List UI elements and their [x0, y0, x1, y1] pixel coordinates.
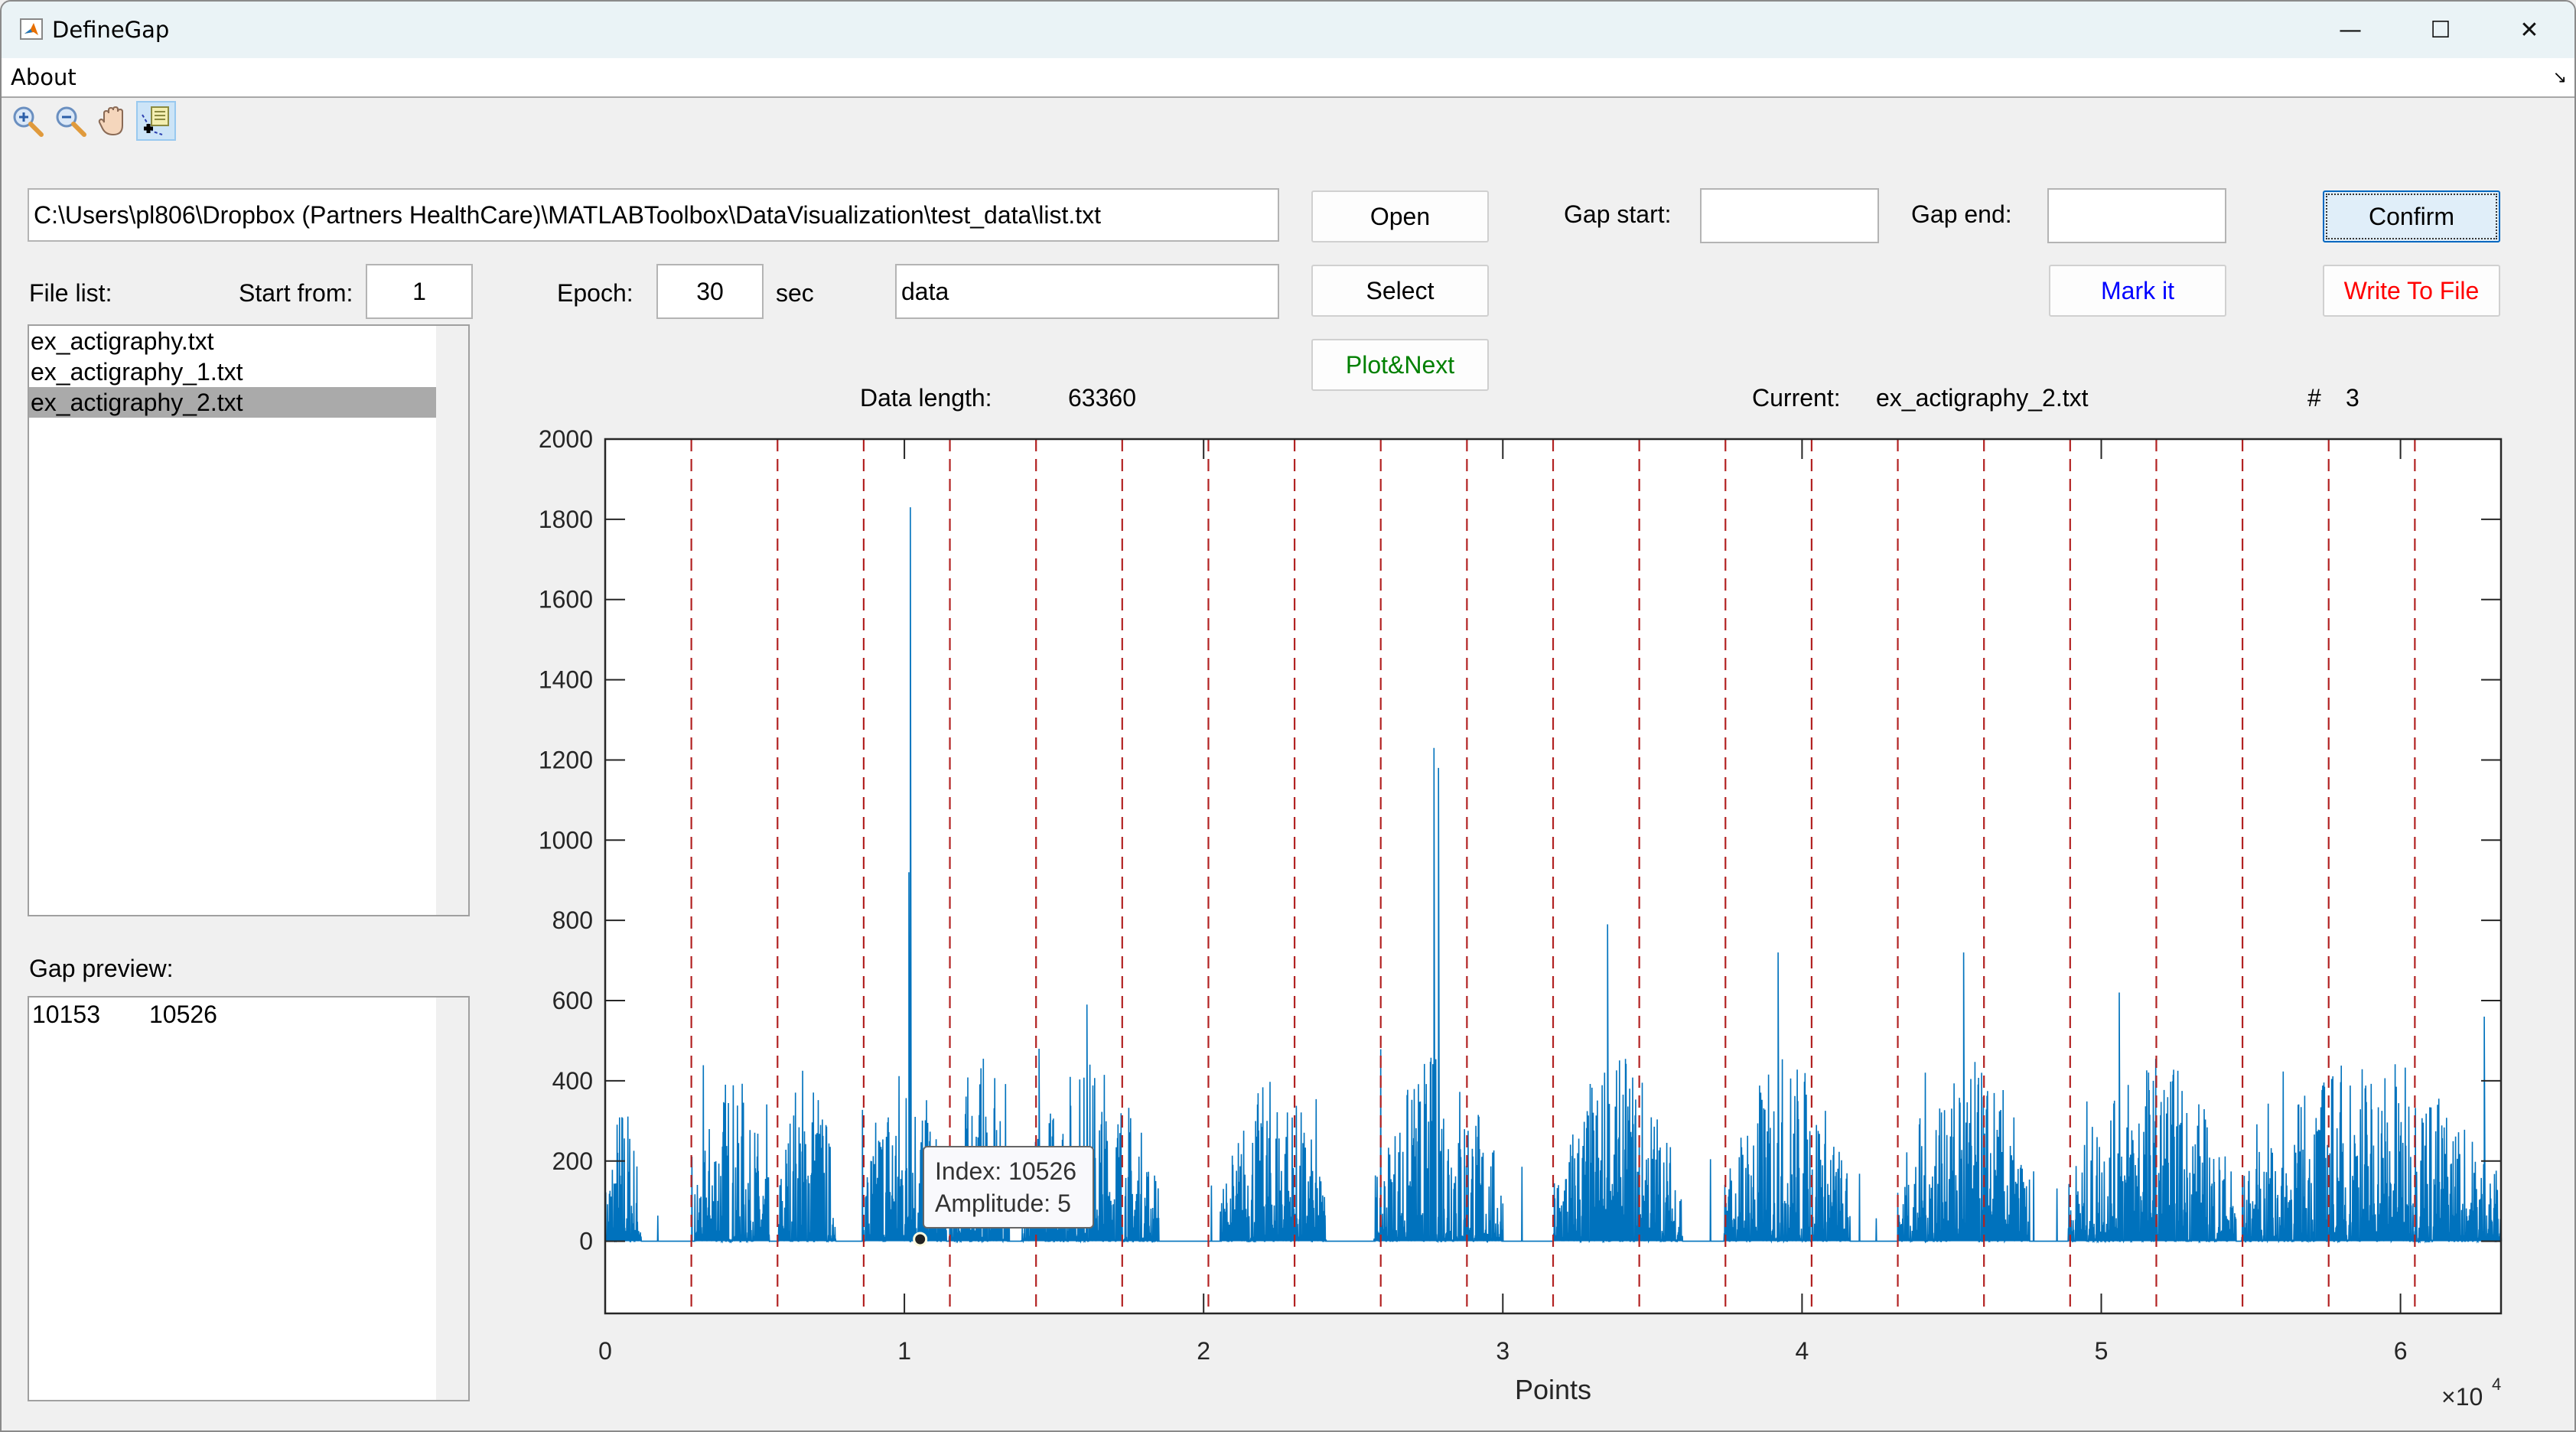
datatip-amplitude-value: 5 [1057, 1190, 1071, 1217]
y-tick-label: 1000 [539, 826, 593, 854]
y-tick-label: 1200 [539, 746, 593, 773]
app-window: DefineGap — ☐ ✕ About ↘ C:\Users\pl806\D… [0, 0, 2576, 1432]
datatip-amplitude-label: Amplitude: [935, 1190, 1051, 1217]
y-tick-label: 1400 [539, 666, 593, 694]
y-tick-label: 600 [552, 987, 593, 1014]
x-exponent-power: 4 [2492, 1375, 2501, 1394]
datatip-index-value: 10526 [1008, 1157, 1077, 1185]
x-axis-label: Points [1515, 1374, 1591, 1405]
datatip[interactable]: Index: 10526 Amplitude: 5 [923, 1146, 1094, 1229]
y-tick-label: 1600 [539, 586, 593, 613]
activity-plot[interactable]: 0 200 400 600 800 1000 1200 1400 1600 1800 2000 0 1 2… [2, 2, 2576, 1432]
x-tick-label: 3 [1496, 1337, 1509, 1365]
y-tick-label: 0 [579, 1228, 593, 1255]
x-tick-label: 2 [1197, 1337, 1210, 1365]
x-exponent-label: ×10 [2441, 1383, 2483, 1411]
datatip-marker[interactable] [913, 1232, 928, 1247]
y-tick-label: 2000 [539, 425, 593, 453]
x-tick-label: 1 [897, 1337, 911, 1365]
x-tick-label: 0 [598, 1337, 612, 1365]
y-tick-label: 200 [552, 1147, 593, 1175]
y-tick-label: 400 [552, 1067, 593, 1095]
y-tick-label: 800 [552, 906, 593, 934]
datatip-index-label: Index: [935, 1157, 1002, 1185]
x-tick-label: 6 [2394, 1337, 2408, 1365]
x-tick-label: 4 [1795, 1337, 1809, 1365]
x-tick-label: 5 [2095, 1337, 2109, 1365]
y-tick-label: 1800 [539, 506, 593, 533]
